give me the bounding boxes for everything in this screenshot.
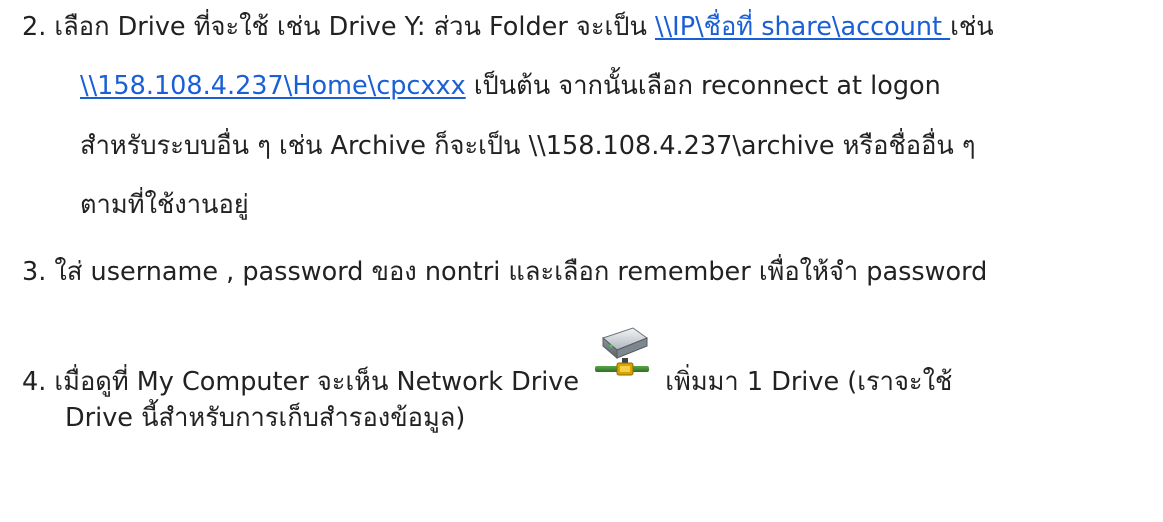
step-3-line: 3. ใส่ username , password ของ nontri แล… xyxy=(22,257,988,287)
step-4-line-2: Drive นี้สำหรับการเก็บสำรองข้อมูล) xyxy=(65,403,466,433)
step-2-line-2: \\158.108.4.237\Home\cpcxxx เป็นต้น จากน… xyxy=(80,69,941,103)
step-2-reconnect-text: เป็นต้น จากนั้นเลือก reconnect at logon xyxy=(465,71,941,101)
network-drive-icon xyxy=(593,324,651,380)
step-4-text: 4. เมื่อดูที่ My Computer จะเห็น Network… xyxy=(22,367,588,397)
step-2-line-1: 2. เลือก Drive ที่จะใช้ เช่น Drive Y: ส่… xyxy=(22,10,994,44)
step-2-text-tail: เช่น xyxy=(950,12,994,42)
step-4-text-tail: เพิ่มมา 1 Drive (เราจะใช้ xyxy=(657,367,953,397)
step-4-line-1: 4. เมื่อดูที่ My Computer จะเห็น Network… xyxy=(22,327,953,399)
step-2-line-3: สำหรับระบบอื่น ๆ เช่น Archive ก็จะเป็น \… xyxy=(80,131,976,161)
share-path-link[interactable]: \\IP\ชื่อที่ share\account xyxy=(655,12,950,42)
document-page: 2. เลือก Drive ที่จะใช้ เช่น Drive Y: ส่… xyxy=(0,0,1163,522)
home-path-link[interactable]: \\158.108.4.237\Home\cpcxxx xyxy=(80,71,466,101)
step-2-text: 2. เลือก Drive ที่จะใช้ เช่น Drive Y: ส่… xyxy=(22,12,655,42)
step-2-line-4: ตามที่ใช้งานอยู่ xyxy=(80,190,249,220)
